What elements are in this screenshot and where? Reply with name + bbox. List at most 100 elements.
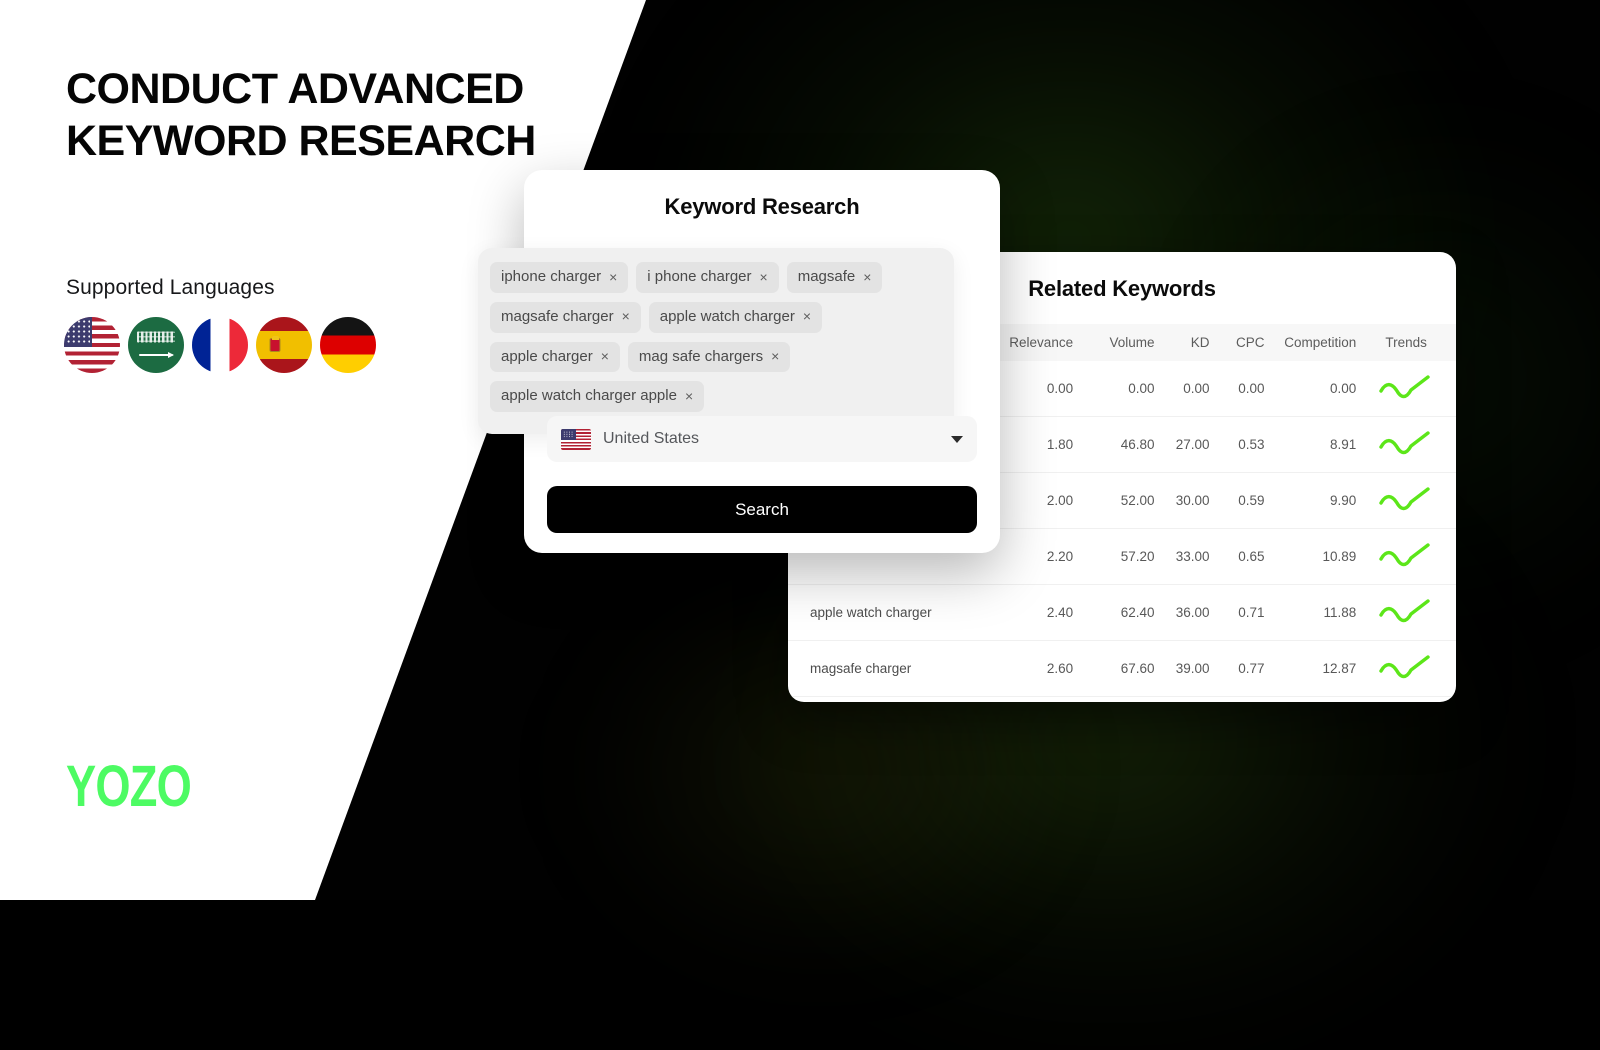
keyword-chip[interactable]: i phone charger × [636, 262, 779, 293]
remove-chip-icon[interactable]: × [622, 308, 630, 326]
cell-trend [1362, 584, 1456, 641]
cell-trend [1362, 361, 1456, 417]
cell-kd: 0.00 [1154, 361, 1210, 417]
remove-chip-icon[interactable]: × [760, 269, 768, 287]
keyword-chip[interactable]: mag safe chargers × [627, 341, 791, 373]
table-row[interactable]: apple watch charger 2.40 62.40 36.00 0.71 11.… [788, 584, 1456, 641]
keyword-chip-label: iphone charger [501, 268, 602, 285]
chevron-down-icon [951, 435, 963, 443]
cell-competition: 10.89 [1264, 528, 1363, 585]
keyword-chip[interactable]: iphone charger × [490, 262, 629, 293]
cell-trend [1362, 528, 1456, 585]
column-header-relevance[interactable]: Relevance [1002, 324, 1073, 361]
flag-germany-icon [320, 317, 376, 373]
column-header-trends[interactable]: Trends [1362, 324, 1456, 361]
cell-competition: 12.87 [1264, 640, 1363, 697]
cell-kd: 33.00 [1154, 528, 1210, 585]
cell-cpc: 0.65 [1209, 528, 1265, 585]
cell-relevance: 2.20 [1001, 528, 1074, 585]
remove-chip-icon[interactable]: × [803, 308, 811, 326]
sparkline-up-icon [1379, 374, 1430, 398]
remove-chip-icon[interactable]: × [685, 388, 693, 406]
flag-saudi-arabia-icon [128, 317, 184, 373]
keyword-chip-label: i phone charger [647, 268, 752, 285]
cell-volume: 57.20 [1073, 528, 1155, 585]
keyword-chip-label: magsafe [797, 268, 856, 285]
flag-united-states-icon [561, 428, 591, 450]
country-select[interactable]: United States [547, 416, 977, 462]
keyword-research-card: Keyword Research iphone charger × i phone … [478, 170, 1000, 553]
sparkline-up-icon [1379, 542, 1430, 566]
table-row[interactable]: magsafe3.0071.3043.000.8214.35 [788, 696, 1456, 702]
cell-relevance: 2.00 [1001, 472, 1074, 529]
keyword-chip-label: apple charger [501, 347, 593, 365]
sparkline-up-icon [1379, 430, 1430, 454]
remove-chip-icon[interactable]: × [863, 269, 871, 287]
keyword-chip-label: magsafe charger [501, 307, 614, 325]
cell-volume: 62.40 [1073, 584, 1155, 641]
cell-kd: 43.00 [1154, 696, 1210, 702]
column-header-cpc[interactable]: CPC [1210, 324, 1265, 361]
cell-trend [1362, 640, 1456, 697]
keyword-chip-label: apple watch charger apple [501, 387, 677, 405]
column-header-volume[interactable]: Volume [1073, 324, 1155, 361]
cell-keyword: apple watch charger [788, 584, 1002, 641]
search-button[interactable]: Search [547, 486, 977, 533]
cell-kd: 39.00 [1154, 640, 1210, 697]
cell-relevance: 0.00 [1001, 361, 1074, 417]
cell-volume: 52.00 [1073, 472, 1155, 529]
cell-kd: 27.00 [1154, 416, 1210, 473]
cell-competition: 11.88 [1264, 584, 1363, 641]
cell-kd: 30.00 [1154, 472, 1210, 529]
cell-volume: 67.60 [1073, 640, 1155, 697]
flag-united-states-icon [64, 317, 120, 373]
cell-keyword: magsafe charger [788, 640, 1002, 697]
keyword-research-title: Keyword Research [664, 194, 860, 219]
remove-chip-icon[interactable]: × [771, 348, 779, 366]
flag-spain-icon [256, 317, 312, 373]
keyword-chip-panel[interactable]: iphone charger × i phone charger × magsafe × m… [478, 248, 954, 434]
cell-cpc: 0.71 [1209, 584, 1265, 641]
keyword-chip-label: apple watch charger [659, 307, 795, 325]
column-header-competition[interactable]: Competition [1265, 324, 1363, 361]
cell-keyword: magsafe [788, 696, 1002, 702]
headline-line-2: KEYWORD RESEARCH [66, 116, 536, 165]
supported-language-flags [64, 317, 376, 373]
cell-cpc: 0.53 [1209, 416, 1265, 473]
cell-trend [1362, 696, 1456, 702]
keyword-chip[interactable]: magsafe charger × [490, 301, 641, 333]
remove-chip-icon[interactable]: × [609, 269, 617, 287]
cell-cpc: 0.00 [1209, 361, 1265, 417]
flag-france-icon [192, 317, 248, 373]
keyword-chip[interactable]: magsafe × [786, 262, 883, 293]
cell-cpc: 0.82 [1209, 696, 1265, 702]
yozo-logo: YOZO [66, 754, 192, 819]
cell-trend [1362, 472, 1456, 529]
cell-cpc: 0.59 [1209, 472, 1265, 529]
headline-line-1: CONDUCT ADVANCED [66, 65, 524, 113]
column-header-kd[interactable]: KD [1155, 324, 1210, 361]
supported-languages-label: Supported Languages [66, 276, 275, 299]
cell-cpc: 0.77 [1209, 640, 1265, 697]
cell-relevance: 3.00 [1001, 696, 1074, 702]
sparkline-up-icon [1379, 598, 1430, 622]
cell-relevance: 1.80 [1001, 416, 1074, 473]
cell-volume: 71.30 [1073, 696, 1155, 702]
cell-volume: 46.80 [1073, 416, 1155, 473]
table-row[interactable]: magsafe charger 2.60 67.60 39.00 0.77 12.87 [788, 640, 1456, 697]
cell-competition: 0.00 [1264, 361, 1363, 417]
cell-trend [1362, 416, 1456, 473]
keyword-chip[interactable]: apple watch charger apple × [490, 381, 705, 412]
keyword-chip[interactable]: apple watch charger × [648, 301, 823, 333]
page-title: CONDUCT ADVANCED KEYWORD RESEARCH [66, 64, 586, 167]
sparkline-up-icon [1379, 486, 1430, 510]
sparkline-up-icon [1379, 654, 1430, 678]
cell-competition: 8.91 [1264, 416, 1363, 473]
cell-competition: 9.90 [1264, 472, 1363, 529]
cell-volume: 0.00 [1073, 361, 1155, 417]
remove-chip-icon[interactable]: × [601, 348, 609, 366]
cell-kd: 36.00 [1154, 584, 1210, 641]
country-select-value: United States [603, 430, 700, 447]
keyword-chip[interactable]: apple charger × [490, 341, 620, 373]
cell-relevance: 2.40 [1001, 584, 1074, 641]
